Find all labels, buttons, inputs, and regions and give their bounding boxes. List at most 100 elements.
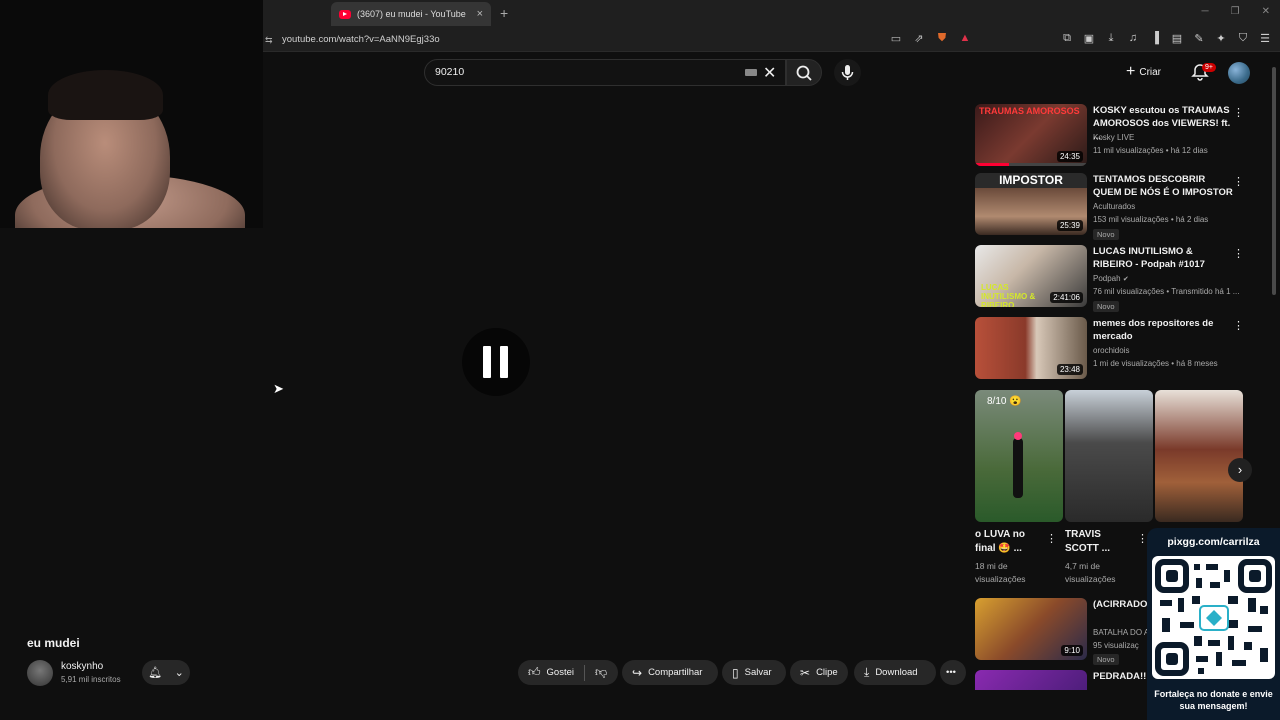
create-button[interactable]: + Criar — [1126, 60, 1176, 84]
search-button[interactable] — [786, 59, 822, 86]
channel-name[interactable]: Podpah ✔ — [1093, 274, 1129, 283]
video-title[interactable]: memes dos repositores de mercado — [1093, 317, 1233, 343]
video-thumbnail[interactable]: LUCAS INUTILISMO & RIBEIRO 2:41:06 — [975, 245, 1087, 307]
sidebar-scrollbar[interactable] — [1270, 55, 1278, 295]
video-thumbnail[interactable]: IMPOSTOR 25:39 — [975, 173, 1087, 235]
youtube-favicon-icon — [339, 9, 351, 19]
short-thumbnail[interactable] — [1155, 390, 1243, 522]
more-vertical-icon[interactable]: ⋮ — [1233, 106, 1244, 119]
new-badge: Novo — [1093, 654, 1119, 665]
share-button[interactable]: ↪ Compartilhar — [622, 660, 718, 685]
tab-manager-icon[interactable]: ▣ — [1082, 32, 1096, 45]
video-title[interactable]: (ACIRRADO) | PRIMEIRA F — [1093, 598, 1153, 611]
donation-message: Fortaleça no donate e envie sua mensagem… — [1154, 689, 1273, 711]
more-horizontal-icon: ••• — [946, 667, 956, 678]
download-icon: ⤓ — [864, 665, 870, 679]
account-avatar[interactable] — [1228, 62, 1250, 84]
new-tab-button[interactable]: + — [500, 5, 508, 21]
video-thumbnail[interactable]: TRAUMAS AMOROSOS 24:35 — [975, 104, 1087, 166]
share-page-icon[interactable]: ⇗ — [912, 32, 926, 45]
video-thumbnail[interactable]: 23:48 — [975, 317, 1087, 379]
notification-badge: 9+ — [1202, 63, 1216, 72]
channel-name[interactable]: BATALHA DO A — [1093, 628, 1148, 637]
clip-button[interactable]: ✂ Clipe — [790, 660, 848, 685]
create-label: Criar — [1139, 66, 1162, 78]
cast-icon[interactable]: ▭ — [889, 32, 903, 45]
share-label: Compartilhar — [648, 667, 703, 678]
tab-title: (3607) eu mudei - YouTube — [357, 9, 466, 19]
more-vertical-icon[interactable]: ⋮ — [1233, 247, 1244, 260]
divider — [584, 664, 586, 681]
short-meta: 18 mi de visualizações — [975, 561, 1026, 584]
short-title[interactable]: TRAVIS SCOTT ... — [1065, 528, 1110, 556]
sidebar-icon[interactable]: ▐ — [1148, 32, 1162, 45]
webcam-person-hair — [48, 70, 163, 120]
url-field[interactable]: youtube.com/watch?v=AaNN9Egj33o — [282, 34, 440, 45]
channel-name[interactable]: Kosky LIVE — [1093, 133, 1134, 142]
more-vertical-icon[interactable]: ⋮ — [1233, 175, 1244, 188]
music-icon[interactable]: ♫ — [1126, 32, 1140, 45]
keyboard-icon[interactable] — [745, 69, 757, 76]
video-duration: 2:41:06 — [1050, 292, 1083, 303]
address-bar: ⇆ youtube.com/watch?v=AaNN9Egj33o ▭ ⇗ ⛊ … — [263, 28, 1280, 52]
edit-icon[interactable]: ✎ — [1192, 32, 1206, 45]
save-button[interactable]: ▯ Salvar — [722, 660, 786, 685]
short-thumbnail[interactable] — [1065, 390, 1153, 522]
search-input[interactable]: 90210 — [424, 59, 786, 86]
thumbs-down-icon[interactable]: 👎︎ — [595, 665, 607, 680]
channel-name[interactable]: koskynho — [61, 661, 103, 672]
short-overlay-text: 8/10 😮 — [987, 396, 1022, 407]
site-info-icon[interactable]: ⇆ — [265, 35, 273, 46]
wallet-icon[interactable]: ▤ — [1170, 32, 1184, 45]
more-vertical-icon[interactable]: ⋮ — [1046, 532, 1057, 545]
shield-extension-icon[interactable]: ⛊ — [935, 32, 949, 45]
warning-extension-icon[interactable]: ▲ — [958, 32, 972, 45]
video-title[interactable]: LUCAS INUTILISMO & RIBEIRO - Podpah #101… — [1093, 245, 1233, 271]
chevron-right-icon[interactable]: › — [1228, 458, 1252, 482]
extensions-icon[interactable]: ⧉ — [1060, 32, 1074, 45]
browser-tab[interactable]: (3607) eu mudei - YouTube × — [331, 2, 491, 26]
video-thumbnail[interactable]: 9:10 — [975, 598, 1087, 660]
subscription-bell-button[interactable]: 🔔︎ ⌄ — [142, 660, 190, 685]
clear-search-icon[interactable]: ✕ — [763, 63, 776, 83]
search-icon — [796, 65, 812, 81]
thumbnail-overlay-text: TRAUMAS AMOROSOS — [979, 106, 1080, 116]
downloads-icon[interactable]: ⤓ — [1104, 32, 1118, 45]
tab-close-button[interactable]: × — [477, 8, 483, 20]
channel-name[interactable]: Aculturados — [1093, 202, 1135, 211]
address-bar-actions: ▭ ⇗ ⛊ ▲ — [889, 32, 972, 45]
chevron-down-icon: ⌄ — [174, 667, 184, 679]
short-thumbnail[interactable]: 8/10 😮 — [975, 390, 1063, 522]
recommended-video[interactable]: IMPOSTOR 25:39 TENTAMOS DESCOBRIR QUEM D… — [975, 173, 1260, 240]
video-title[interactable]: TENTAMOS DESCOBRIR QUEM DE NÓS É O IMPOS… — [1093, 173, 1233, 199]
recommended-video[interactable]: LUCAS INUTILISMO & RIBEIRO 2:41:06 LUCAS… — [975, 245, 1260, 312]
vpn-shield-icon[interactable]: ⛉ — [1236, 32, 1250, 45]
channel-name[interactable]: orochidois — [1093, 346, 1129, 355]
bookmark-icon: ▯ — [732, 665, 739, 680]
channel-avatar[interactable] — [27, 660, 53, 686]
ai-icon[interactable]: ✦ — [1214, 32, 1228, 45]
more-vertical-icon[interactable]: ⋮ — [1233, 319, 1244, 332]
video-title: eu mudei — [27, 636, 80, 650]
like-button[interactable]: Gostei — [547, 667, 574, 678]
scrollbar-thumb[interactable] — [1272, 67, 1276, 295]
thumbnail-overlay-text: LUCAS INUTILISMO & RIBEIRO — [981, 283, 1036, 307]
minimize-icon[interactable]: ─ — [1202, 6, 1209, 17]
close-window-icon[interactable]: ✕ — [1262, 6, 1270, 17]
restore-icon[interactable]: ❐ — [1231, 6, 1240, 17]
pause-icon[interactable] — [462, 328, 530, 396]
scissors-icon: ✂ — [800, 665, 811, 680]
download-button[interactable]: ⤓ Download — [854, 660, 936, 685]
download-label: Download — [875, 667, 918, 678]
short-title[interactable]: o LUVA no final 🤩 ... — [975, 528, 1025, 556]
save-label: Salvar — [744, 667, 772, 678]
recommended-video[interactable]: TRAUMAS AMOROSOS 24:35 KOSKY escutou os … — [975, 104, 1260, 168]
menu-icon[interactable]: ☰ — [1258, 32, 1272, 45]
more-actions-button[interactable]: ••• — [940, 660, 966, 685]
thumbs-up-icon[interactable]: 👍︎ — [528, 665, 541, 680]
voice-search-button[interactable] — [834, 59, 861, 86]
video-title[interactable]: PEDRADA!!! — [1093, 670, 1153, 683]
recommended-video[interactable]: 23:48 memes dos repositores de mercado o… — [975, 317, 1260, 381]
browser-toolbar: ⧉ ▣ ⤓ ♫ ▐ ▤ ✎ ✦ ⛉ ☰ — [1060, 32, 1272, 45]
video-thumbnail[interactable] — [975, 670, 1087, 690]
